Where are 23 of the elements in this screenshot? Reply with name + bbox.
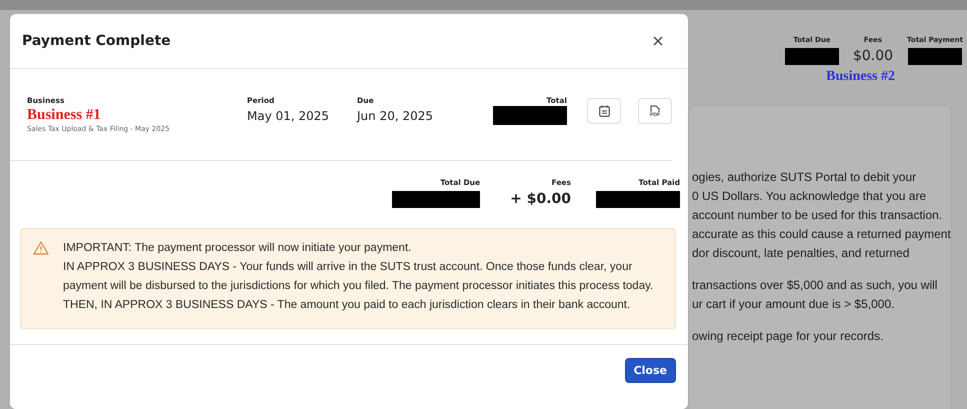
- notice-text: THEN, IN APPROX 3 BUSINESS DAYS - The amount you paid to each jurisdiction clears in their bank account.: [63, 298, 632, 313]
- dialog-title: Payment Complete: [22, 33, 171, 49]
- text-line: accurate as this could cause a returned payment: [692, 226, 951, 243]
- amount-value: + $0.00: [510, 191, 571, 207]
- text-line: 0 US Dollars. You acknowledge that you are: [692, 188, 928, 205]
- document-icon: [650, 104, 660, 112]
- text-line: transactions over $5,000 and as such, you will: [692, 277, 938, 294]
- field-value: May 01, 2025: [247, 109, 330, 123]
- notice-text: IN APPROX 3 BUSINESS DAYS - Your funds will arrive in the SUTS trust account. Once those funds clear, your payment will be disbursed to the jurisdictions for which you filed. The payment processor initiates this process today.: [63, 260, 654, 294]
- text-line: account number to be used for this transaction.: [692, 207, 944, 224]
- text-line: dor discount, late penalties, and returned: [692, 245, 910, 262]
- calendar-icon: [598, 105, 610, 117]
- text-line: ogies, authorize SUTS Portal to debit your: [692, 169, 918, 186]
- calendar-button[interactable]: [587, 98, 621, 124]
- text-line: owing receipt page for your records.: [692, 328, 884, 345]
- business-name: Business #2: [826, 69, 895, 85]
- field-value: Jun 20, 2025: [357, 109, 434, 123]
- warning-icon: [33, 241, 49, 255]
- close-button[interactable]: Close: [624, 358, 676, 383]
- notice-text: IMPORTANT: The payment processor will now initiate your payment.: [63, 241, 412, 256]
- business-name: Business #1: [27, 107, 102, 123]
- amount-value: $0.00: [852, 48, 894, 64]
- text-line: ur cart if your amount due is > $5,000.: [692, 296, 896, 313]
